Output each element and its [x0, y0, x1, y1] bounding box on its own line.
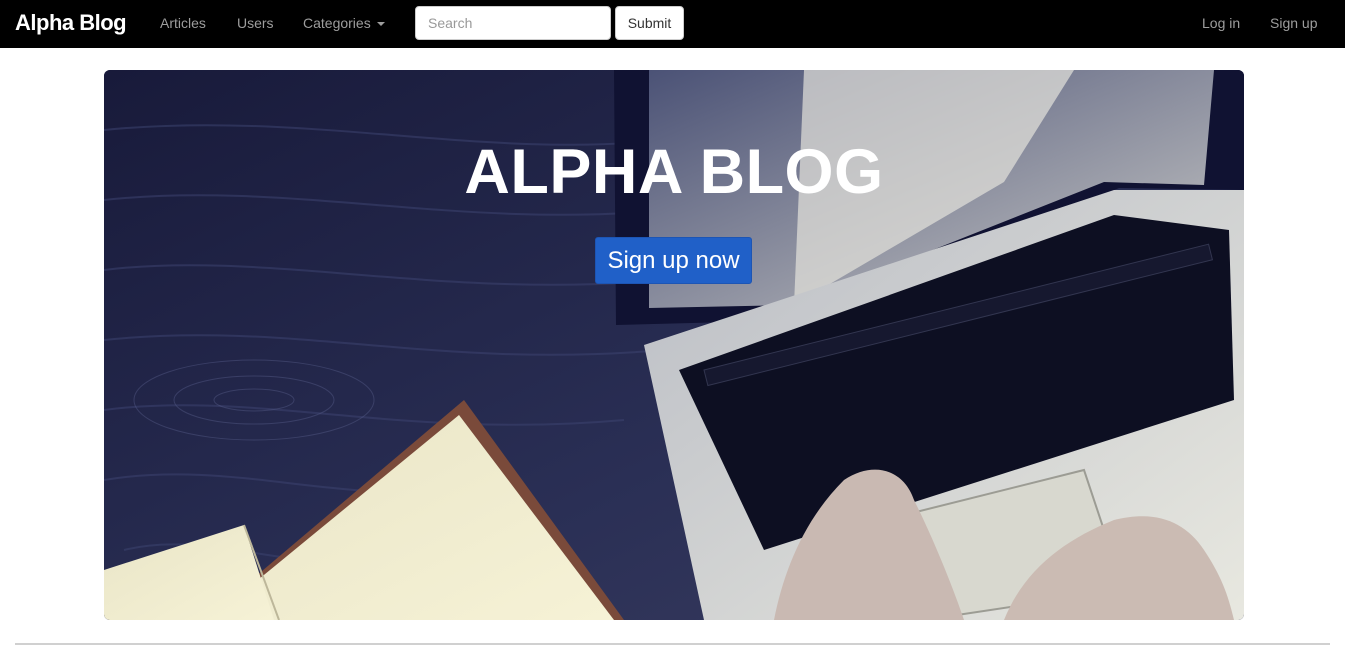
nav-categories-dropdown[interactable]: Categories — [303, 0, 385, 48]
nav-login-link[interactable]: Log in — [1202, 0, 1240, 48]
nav-categories-label: Categories — [303, 15, 371, 31]
nav-signup-link[interactable]: Sign up — [1270, 0, 1317, 48]
nav-articles-link[interactable]: Articles — [160, 0, 206, 48]
search-input[interactable] — [415, 6, 611, 40]
search-submit-button[interactable]: Submit — [615, 6, 684, 40]
hero-title: ALPHA BLOG — [464, 137, 884, 207]
signup-now-button[interactable]: Sign up now — [595, 237, 752, 284]
nav-users-link[interactable]: Users — [237, 0, 274, 48]
caret-down-icon — [376, 22, 385, 27]
brand-logo-link[interactable]: Alpha Blog — [15, 0, 127, 48]
top-navbar: Alpha Blog Articles Users Categories Sub… — [0, 0, 1345, 48]
hero-jumbotron: ALPHA BLOG Sign up now — [104, 70, 1244, 620]
